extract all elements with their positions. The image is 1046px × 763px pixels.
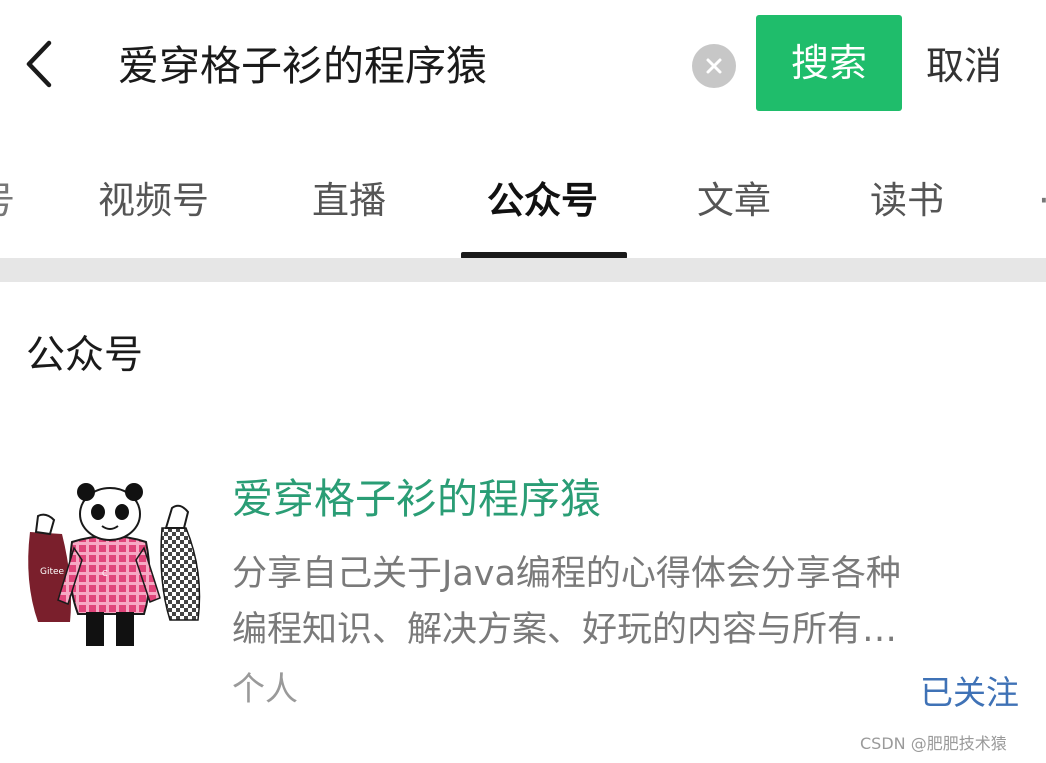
account-result-item[interactable]: Gitee C 爱穿格子衫的程序猿 分享自己关于Java编程的心得体会分享各种 … [0, 458, 1046, 720]
panda-plaid-shirt-avatar[interactable]: Gitee C [16, 472, 208, 664]
account-type-label: 个人 [232, 669, 298, 708]
svg-text:C: C [102, 569, 108, 578]
cancel-button[interactable]: 取消 [926, 36, 1002, 96]
tab-live[interactable]: 直播 [312, 174, 386, 228]
watermark: CSDN @肥肥技术猿 [860, 734, 1007, 753]
clear-circle-icon [706, 58, 722, 74]
account-name[interactable]: 爱穿格子衫的程序猿 [232, 470, 601, 528]
tab-video-channel[interactable]: 视频号 [98, 174, 209, 228]
tab-partial-next[interactable]: · [1038, 174, 1046, 228]
account-description: 分享自己关于Java编程的心得体会分享各种 编程知识、解决方案、好玩的内容与所有… [232, 546, 1022, 658]
search-input[interactable]: 爱穿格子衫的程序猿 [118, 36, 487, 96]
tab-official-accounts[interactable]: 公众号 [487, 174, 598, 228]
section-title: 公众号 [26, 333, 144, 378]
back-button[interactable] [14, 32, 62, 96]
clear-search-button[interactable] [692, 44, 736, 88]
section-divider [0, 258, 1046, 282]
tab-books[interactable]: 读书 [870, 174, 944, 228]
follow-status-button[interactable]: 已关注 [920, 668, 1019, 718]
tab-partial-previous[interactable]: 号 [0, 174, 15, 228]
search-results-page: 爱穿格子衫的程序猿 搜索 取消 号 视频号 直播 公众号 文章 读书 · 公众号 [0, 0, 1046, 763]
tab-articles[interactable]: 文章 [697, 174, 771, 228]
category-tabs: 号 视频号 直播 公众号 文章 读书 · [0, 140, 1046, 259]
chevron-left-icon [26, 40, 52, 88]
search-bar: 爱穿格子衫的程序猿 搜索 取消 [0, 0, 1046, 135]
account-description-line: 分享自己关于Java编程的心得体会分享各种 [232, 554, 901, 594]
search-button[interactable]: 搜索 [756, 15, 902, 111]
svg-text:Gitee: Gitee [40, 567, 65, 577]
account-description-line: 编程知识、解决方案、好玩的内容与所有… [232, 610, 898, 650]
